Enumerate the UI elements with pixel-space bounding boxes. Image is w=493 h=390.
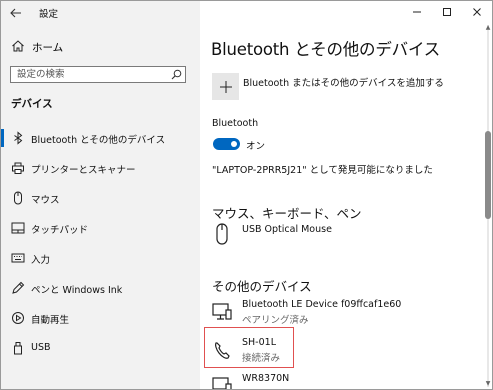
back-button[interactable] <box>7 4 25 22</box>
plus-icon <box>219 80 232 93</box>
sidebar-item-typing[interactable]: 入力 <box>1 243 200 273</box>
section-title: デバイス <box>11 98 53 110</box>
toggle-knob <box>231 141 237 147</box>
keyboard-icon <box>11 253 25 263</box>
sidebar-item-mouse[interactable]: マウス <box>1 183 200 213</box>
minimize-button[interactable] <box>402 1 432 23</box>
usb-icon <box>14 342 22 355</box>
maximize-button[interactable] <box>432 1 462 23</box>
search-input[interactable] <box>11 67 167 82</box>
toggle-state-label: オン <box>246 141 266 152</box>
discoverable-text: "LAPTOP-2PRR5J21" として発見可能になりました <box>212 165 433 176</box>
close-icon <box>473 8 481 16</box>
pen-icon <box>12 281 25 294</box>
device-wr8370n[interactable]: WR8370N <box>212 373 472 389</box>
app-title: 設定 <box>39 9 59 20</box>
bluetooth-icon <box>14 131 23 145</box>
scrollbar-thumb[interactable] <box>485 131 491 219</box>
printer-icon <box>12 162 24 174</box>
sidebar-item-usb[interactable]: USB <box>1 333 200 363</box>
add-device-label[interactable]: Bluetooth またはその他のデバイスを追加する <box>243 75 444 89</box>
sidebar-item-label: マウス <box>31 195 60 206</box>
search-icon[interactable] <box>171 69 182 80</box>
scroll-up-icon[interactable]: ▲ <box>485 25 491 31</box>
device-name: USB Optical Mouse <box>242 224 332 235</box>
sidebar-item-label: 入力 <box>31 255 51 266</box>
page-title: Bluetooth とその他のデバイス <box>211 40 441 59</box>
search-box[interactable] <box>10 66 186 83</box>
sidebar-item-label: プリンターとスキャナー <box>31 165 136 176</box>
sidebar-item-bluetooth[interactable]: Bluetooth とその他のデバイス <box>1 123 200 153</box>
mouse-icon <box>14 191 22 205</box>
title-bar: 設定 <box>1 1 200 25</box>
add-device-button[interactable] <box>212 73 239 100</box>
device-name: WR8370N <box>242 373 290 384</box>
device-name: Bluetooth LE Device f09ffcaf1e60 <box>242 299 402 310</box>
close-button[interactable] <box>462 1 492 23</box>
scroll-down-icon[interactable]: ▼ <box>485 381 491 387</box>
home-nav-item[interactable]: ホーム <box>1 37 200 57</box>
scrollbar[interactable]: ▲ ▼ <box>485 25 491 387</box>
autoplay-icon <box>12 312 24 324</box>
sidebar-item-printers[interactable]: プリンターとスキャナー <box>1 153 200 183</box>
device-usb-optical-mouse[interactable]: USB Optical Mouse <box>212 221 472 255</box>
minimize-icon <box>413 11 421 13</box>
bluetooth-label: Bluetooth <box>212 118 259 129</box>
window-controls <box>402 1 492 23</box>
mouse-keyboard-pen-heading: マウス、キーボード、ペン <box>212 206 362 221</box>
sidebar: 設定 ホーム デバイス Bluetooth とその他のデバイス プリンターとスキ… <box>1 1 200 389</box>
sidebar-item-label: ペンと Windows Ink <box>31 285 123 296</box>
device-status: ペアリング済み <box>242 315 309 326</box>
back-arrow-icon <box>10 8 21 18</box>
selection-highlight <box>204 327 294 368</box>
mouse-icon <box>216 223 228 245</box>
device-icon <box>212 303 232 320</box>
device-icon <box>212 377 232 389</box>
other-devices-heading: その他のデバイス <box>212 279 312 294</box>
device-nav: Bluetooth とその他のデバイス プリンターとスキャナー マウス タッチパ… <box>1 123 200 363</box>
settings-window: 設定 ホーム デバイス Bluetooth とその他のデバイス プリンターとスキ… <box>0 0 493 390</box>
home-icon <box>12 40 24 52</box>
sidebar-item-label: Bluetooth とその他のデバイス <box>31 135 166 146</box>
sidebar-item-touchpad[interactable]: タッチパッド <box>1 213 200 243</box>
sidebar-item-pen[interactable]: ペンと Windows Ink <box>1 273 200 303</box>
add-device-row[interactable]: Bluetooth またはその他のデバイスを追加する <box>212 73 472 101</box>
maximize-icon <box>443 8 451 16</box>
home-label: ホーム <box>32 42 64 54</box>
sidebar-item-label: 自動再生 <box>31 315 70 326</box>
bluetooth-toggle[interactable] <box>213 138 240 150</box>
sidebar-item-autoplay[interactable]: 自動再生 <box>1 303 200 333</box>
sidebar-item-label: タッチパッド <box>31 225 89 236</box>
touchpad-icon <box>11 222 25 234</box>
sidebar-item-label: USB <box>31 342 51 353</box>
